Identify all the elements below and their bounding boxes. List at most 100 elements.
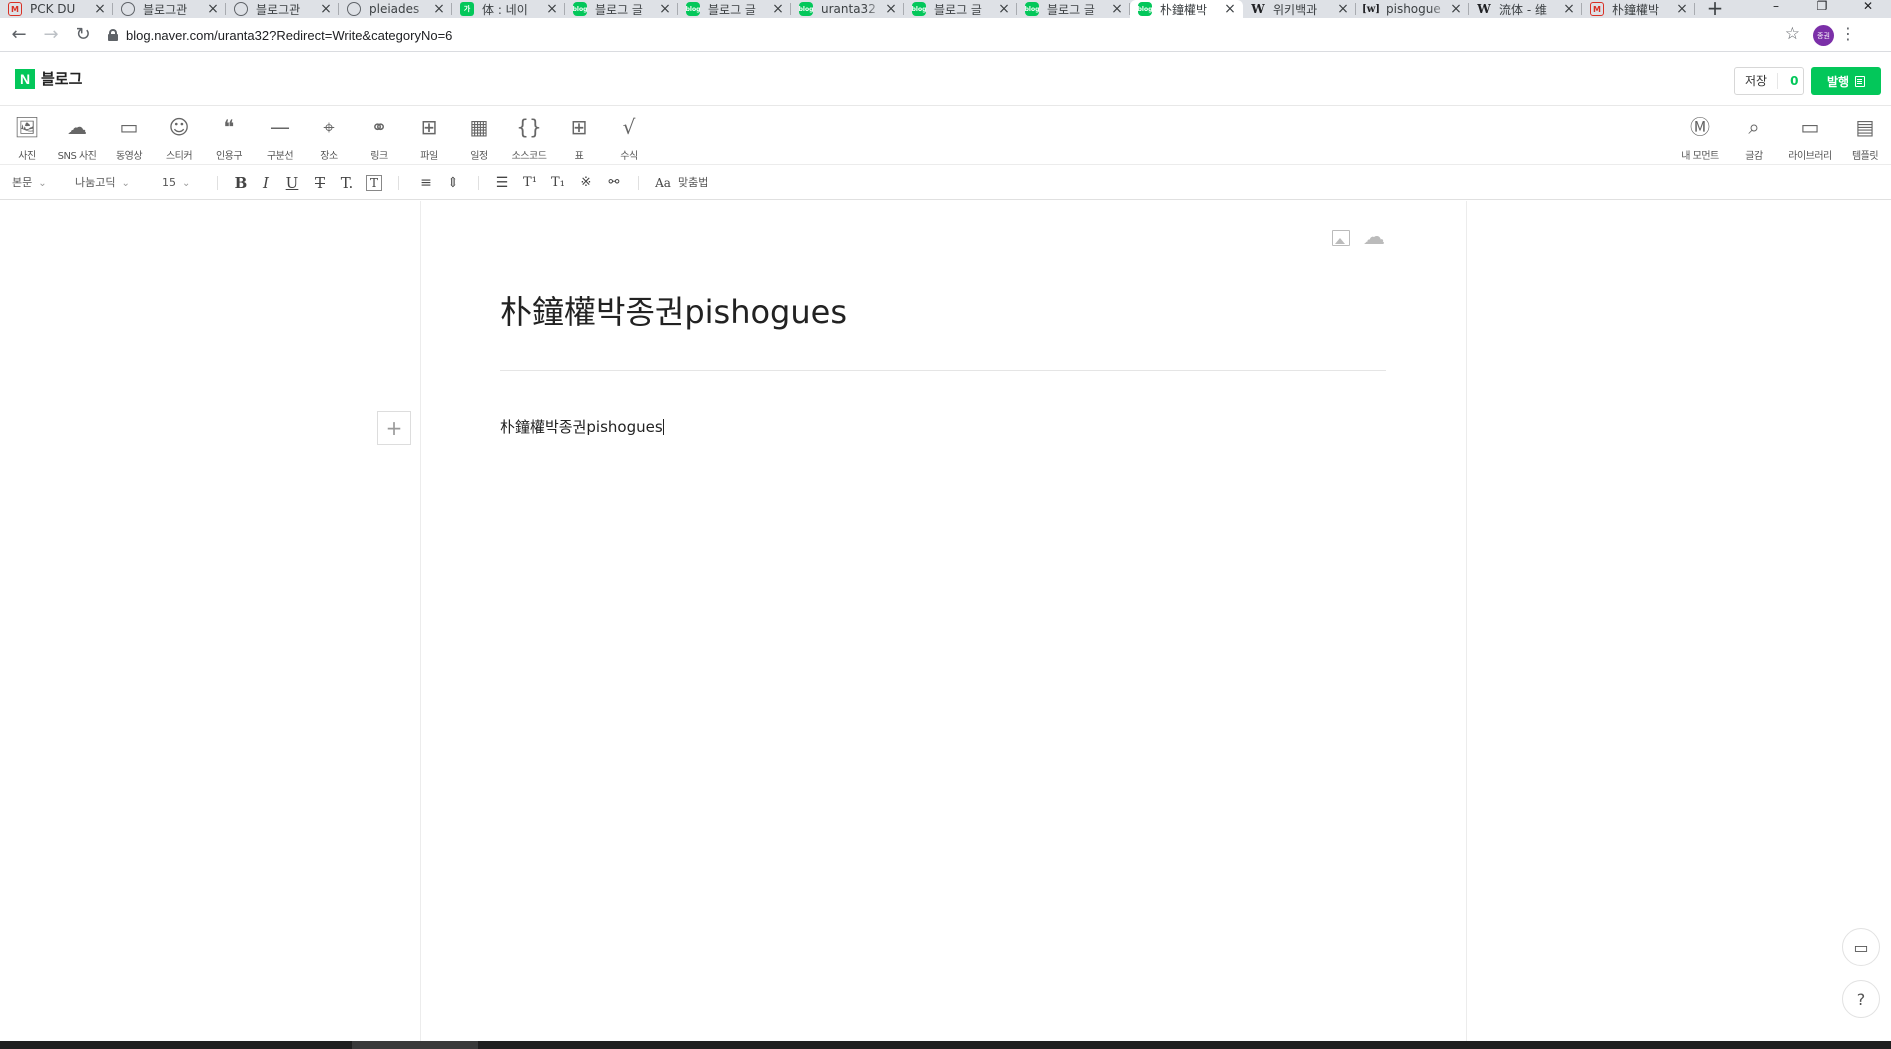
- naver-logo[interactable]: N: [15, 68, 35, 89]
- tab-title: 위키백과: [1273, 2, 1318, 17]
- bookmark-star-icon[interactable]: ☆: [1785, 24, 1800, 44]
- browser-tab[interactable]: [w] pishogue ×: [1356, 0, 1469, 18]
- preview-monitor-icon[interactable]: ▭: [1842, 928, 1880, 966]
- tab-close-icon[interactable]: ×: [1110, 2, 1124, 16]
- new-tab-button[interactable]: +: [1701, 0, 1729, 18]
- tab-close-icon[interactable]: ×: [884, 2, 898, 16]
- publish-doc-icon: [1855, 75, 1866, 87]
- browser-tab[interactable]: blog 블로그 글 ×: [678, 0, 791, 18]
- blog-title[interactable]: 블로그: [41, 68, 82, 89]
- editor-canvas: ☁ 朴鐘權박종권pishogues + 朴鐘權박종권pishogues: [377, 201, 1467, 1041]
- tab-title: 流体 - 维: [1499, 2, 1547, 17]
- browser-tab[interactable]: blog 블로그 글 ×: [1017, 0, 1130, 18]
- browser-tab[interactable]: blog 블로그 글 ×: [904, 0, 1017, 18]
- link-format-icon[interactable]: ⚯: [604, 174, 624, 192]
- tab-close-icon[interactable]: ×: [206, 2, 220, 16]
- tab-close-icon[interactable]: ×: [1449, 2, 1463, 16]
- letter-spacing-icon[interactable]: ☰: [492, 174, 512, 192]
- special-character-icon[interactable]: ※: [576, 174, 596, 192]
- insert-formula-button[interactable]: √ 수식: [599, 115, 659, 162]
- text-color-icon[interactable]: T.: [337, 174, 357, 192]
- tab-close-icon[interactable]: ×: [997, 2, 1011, 16]
- gmail-icon: M: [1590, 2, 1604, 16]
- address-bar[interactable]: blog.naver.com/uranta32?Redirect=Write&c…: [96, 22, 1864, 48]
- tab-close-icon[interactable]: ×: [432, 2, 446, 16]
- spellcheck-icon[interactable]: Aa: [652, 174, 674, 192]
- strikethrough-icon[interactable]: T: [310, 174, 330, 192]
- add-component-button[interactable]: +: [377, 411, 411, 445]
- moment-icon: Ⓜ: [1690, 115, 1710, 139]
- format-toolbar: 본문 나눔고딕 15 B I U T T. T ≡ ⇕ ☰ T¹ T₁ ※ ⚯ …: [0, 166, 1891, 200]
- tab-close-icon[interactable]: ×: [1336, 2, 1350, 16]
- insert-moment-button[interactable]: Ⓜ 내 모먼트: [1671, 115, 1729, 162]
- taskbar-active-item[interactable]: [352, 1041, 478, 1049]
- tab-close-icon[interactable]: ×: [1223, 2, 1237, 16]
- post-title-input[interactable]: 朴鐘權박종권pishogues: [500, 287, 847, 333]
- spellcheck-label[interactable]: 맞춤법: [678, 175, 708, 191]
- naver-blog-icon: blog: [799, 2, 813, 16]
- minimize-icon[interactable]: –: [1753, 0, 1799, 18]
- font-family-select[interactable]: 나눔고딕: [75, 175, 130, 191]
- superscript-icon[interactable]: T¹: [520, 174, 540, 192]
- tab-close-icon[interactable]: ×: [93, 2, 107, 16]
- browser-tab[interactable]: 블로그관 ×: [226, 0, 339, 18]
- tab-close-icon[interactable]: ×: [545, 2, 559, 16]
- publish-button[interactable]: 발행: [1811, 67, 1881, 95]
- bold-icon[interactable]: B: [231, 174, 251, 192]
- font-size-select[interactable]: 15: [162, 175, 190, 191]
- browser-tab[interactable]: blog uranta32 ×: [791, 0, 904, 18]
- subscript-icon[interactable]: T₁: [548, 174, 568, 192]
- cover-cloud-icon[interactable]: ☁: [1363, 225, 1385, 250]
- insert-label: SNS 사진: [57, 151, 97, 162]
- tab-close-icon[interactable]: ×: [1675, 2, 1689, 16]
- insert-cloud-upload-button[interactable]: ☁ SNS 사진: [47, 115, 107, 162]
- cover-image-icon[interactable]: [1332, 230, 1350, 246]
- italic-icon[interactable]: I: [256, 174, 276, 192]
- tab-title: PCK DU: [30, 2, 76, 16]
- tab-close-icon[interactable]: ×: [319, 2, 333, 16]
- help-icon[interactable]: ?: [1842, 980, 1880, 1018]
- reload-icon[interactable]: ↻: [70, 22, 96, 48]
- browser-tab[interactable]: pleiades ×: [339, 0, 452, 18]
- naver-blog-icon: blog: [573, 2, 587, 16]
- forward-icon[interactable]: →: [38, 22, 64, 48]
- profile-avatar[interactable]: 종권: [1813, 25, 1834, 46]
- tab-close-icon[interactable]: ×: [771, 2, 785, 16]
- insert-book-search-button[interactable]: ⌕ 글감: [1725, 115, 1783, 162]
- browser-tab[interactable]: M 朴鐘權박 ×: [1582, 0, 1695, 18]
- save-button[interactable]: 저장 0: [1734, 67, 1804, 95]
- saved-count[interactable]: 0: [1778, 74, 1798, 88]
- browser-tab[interactable]: 가 体 : 네이 ×: [452, 0, 565, 18]
- browser-tab[interactable]: blog 朴鐘權박 ×: [1130, 0, 1243, 18]
- editor-right-margin: [1467, 201, 1891, 1041]
- text-background-icon[interactable]: T: [366, 175, 382, 191]
- browser-tab[interactable]: blog 블로그 글 ×: [565, 0, 678, 18]
- editor-left-margin: [0, 201, 420, 1041]
- lock-icon[interactable]: [108, 29, 118, 41]
- url-text[interactable]: blog.naver.com/uranta32?Redirect=Write&c…: [126, 28, 452, 43]
- back-icon[interactable]: ←: [6, 22, 32, 48]
- formula-icon: √: [622, 115, 636, 139]
- underline-icon[interactable]: U: [282, 174, 302, 192]
- align-left-icon[interactable]: ≡: [416, 174, 436, 192]
- text-caret: [662, 419, 664, 435]
- tab-close-icon[interactable]: ×: [658, 2, 672, 16]
- insert-template-button[interactable]: ▤ 템플릿: [1836, 115, 1891, 162]
- paragraph-style-select[interactable]: 본문: [12, 175, 47, 191]
- browser-tab[interactable]: 블로그관 ×: [113, 0, 226, 18]
- insert-label: 내 모먼트: [1681, 151, 1719, 162]
- insert-library-button[interactable]: ▭ 라이브러리: [1781, 115, 1839, 162]
- insert-label: 수식: [620, 151, 638, 162]
- browser-tab[interactable]: W 流体 - 维 ×: [1469, 0, 1582, 18]
- tab-close-icon[interactable]: ×: [1562, 2, 1576, 16]
- browser-menu-icon[interactable]: ⋮: [1840, 24, 1856, 43]
- line-spacing-icon[interactable]: ⇕: [443, 174, 463, 192]
- post-body-input[interactable]: 朴鐘權박종권pishogues: [500, 416, 664, 437]
- template-icon: ▤: [1855, 115, 1875, 139]
- close-window-icon[interactable]: ✕: [1845, 0, 1891, 18]
- browser-tab[interactable]: W 위키백과 ×: [1243, 0, 1356, 18]
- restore-icon[interactable]: ❐: [1799, 0, 1845, 18]
- naver-blog-icon: blog: [912, 2, 926, 16]
- browser-tab[interactable]: M PCK DU ×: [0, 0, 113, 18]
- toolbar-divider: [478, 176, 479, 190]
